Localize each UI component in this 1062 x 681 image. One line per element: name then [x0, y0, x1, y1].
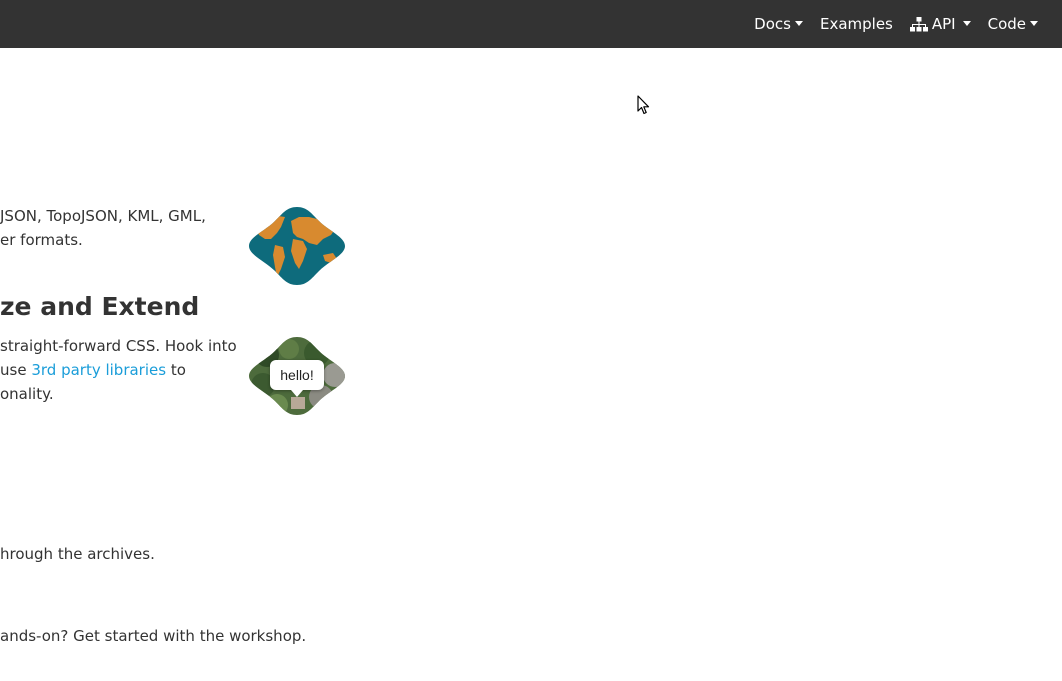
nav-docs-dropdown[interactable]: Docs [754, 15, 803, 33]
customize-line2-prefix: use [0, 361, 32, 379]
customize-description-line1: straight-forward CSS. Hook into [0, 337, 237, 355]
nav-api-label: API [931, 15, 956, 33]
nav-examples-label: Examples [819, 15, 893, 33]
formats-description-line2: er formats. [0, 231, 83, 249]
sitemap-icon [909, 16, 928, 31]
customize-description-line2: use 3rd party libraries to [0, 358, 186, 382]
popup-text: hello! [280, 367, 314, 383]
workshop-description: ands-on? Get started with the workshop. [0, 627, 307, 645]
nav-api-dropdown[interactable]: API [909, 15, 971, 33]
caret-down-icon [794, 20, 803, 26]
world-map-tile-icon [247, 205, 347, 287]
mouse-cursor-icon [637, 95, 650, 115]
map-popup-tooltip: hello! [270, 360, 324, 397]
third-party-libraries-link[interactable]: 3rd party libraries [31, 361, 166, 379]
nav-code-label: Code [987, 15, 1026, 33]
top-navbar: Docs Examples API Code [0, 0, 1062, 48]
caret-down-icon [1030, 20, 1038, 26]
nav-examples-link[interactable]: Examples [820, 15, 893, 33]
nav-code-dropdown[interactable]: Code [988, 15, 1038, 33]
nav-docs-label: Docs [754, 15, 791, 33]
caret-down-icon [962, 20, 971, 26]
customize-extend-heading: ze and Extend [0, 292, 200, 321]
archives-description: hrough the archives. [0, 545, 155, 563]
formats-description-line1: JSON, TopoJSON, KML, GML, [0, 207, 206, 225]
customize-description-line3: onality. [0, 385, 54, 403]
customize-line2-suffix: to [166, 361, 186, 379]
